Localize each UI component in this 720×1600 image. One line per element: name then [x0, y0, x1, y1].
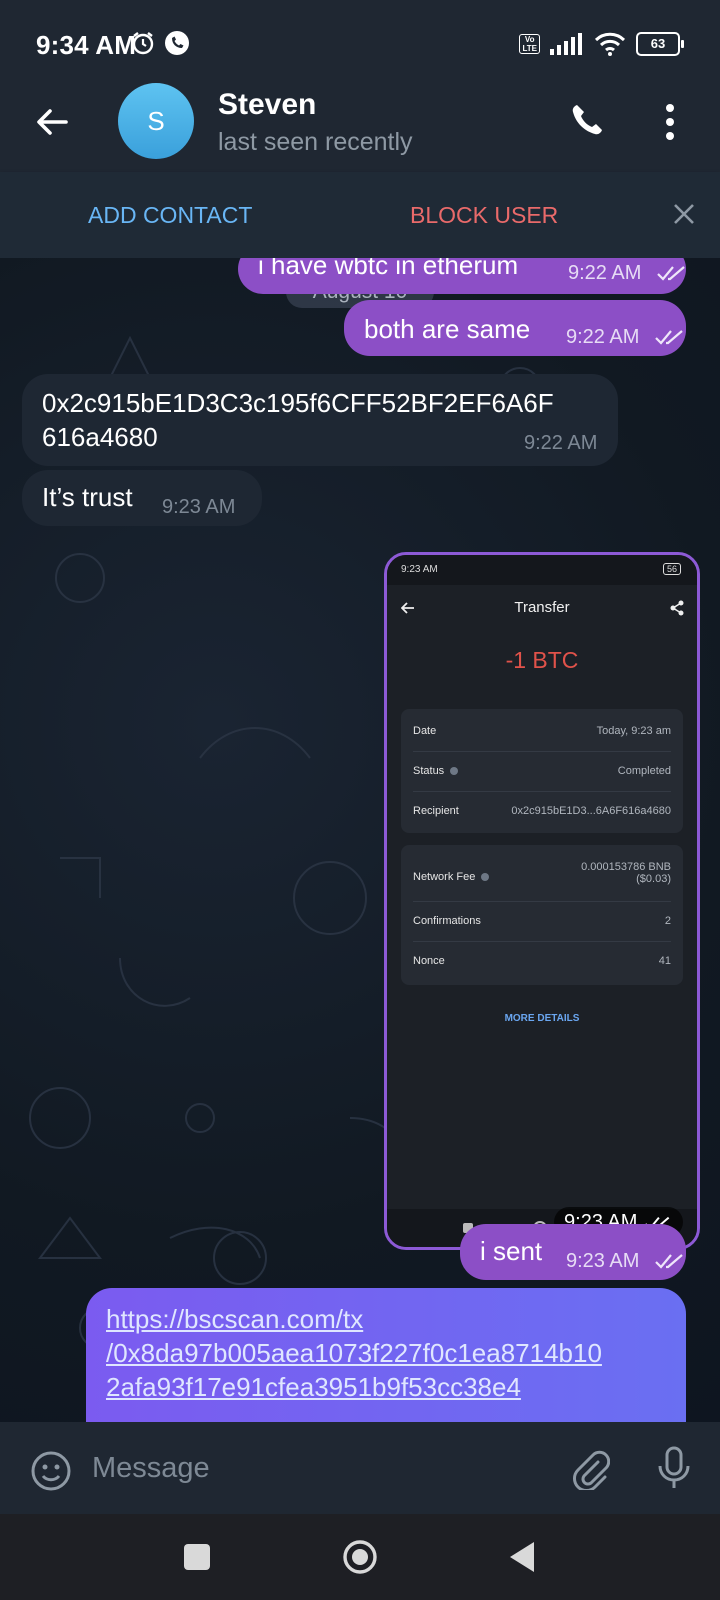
message-time: 9:22 AM [524, 432, 598, 454]
back-button[interactable] [508, 1540, 536, 1574]
fee-label: Nonce [413, 955, 445, 967]
fee-label: Network Fee [413, 871, 476, 883]
fee-value: 41 [658, 955, 671, 967]
screenshot-title: Transfer [514, 599, 570, 616]
more-options-icon[interactable] [664, 102, 676, 142]
recents-button[interactable] [184, 1544, 210, 1570]
chat-header: S Steven last seen recently [0, 80, 720, 172]
message-text-line1: 0x2c915bE1D3C3c195f6CFF52BF2EF6A6F [42, 388, 554, 418]
microphone-icon[interactable] [656, 1446, 692, 1490]
link-line3[interactable]: 2afa93f17e91cfea3951b9f53cc38e4 [106, 1372, 521, 1403]
link-line2[interactable]: /0x8da97b005aea1073f227f0c1ea8714b10 [106, 1338, 602, 1369]
read-checkmarks-icon [655, 1254, 683, 1269]
incoming-message[interactable]: 0x2c915bE1D3C3c195f6CFF52BF2EF6A6F 616a4… [22, 374, 618, 466]
message-time: 9:22 AM [568, 262, 642, 284]
system-nav-bar [0, 1514, 720, 1600]
contact-action-bar: ADD CONTACT BLOCK USER [0, 172, 720, 258]
info-icon [481, 873, 490, 882]
message-text: It’s trust [42, 482, 133, 512]
screenshot-battery: 56 [662, 563, 681, 575]
attach-icon[interactable] [568, 1448, 610, 1490]
message-text: i sent [480, 1236, 543, 1266]
call-active-icon [165, 31, 189, 55]
fee-value-line2: ($0.03) [636, 873, 671, 885]
detail-label: Date [413, 725, 437, 737]
wifi-icon [594, 32, 626, 56]
alarm-icon [132, 32, 154, 55]
incoming-message[interactable]: It’s trust 9:23 AM [22, 470, 262, 526]
message-input[interactable]: Message [92, 1452, 210, 1485]
fee-value-line1: 0.000153786 BNB [581, 861, 671, 873]
close-icon[interactable] [672, 202, 696, 226]
screenshot-status-bar: 9:23 AM 56 [387, 555, 697, 585]
outgoing-message[interactable]: i sent 9:23 AM [460, 1224, 686, 1280]
image-message[interactable]: 9:23 AM 56 Transfer -1 BTC Date Today, 9… [384, 552, 700, 1250]
message-text-line2: 616a4680 [42, 422, 158, 452]
screenshot-amount: -1 BTC [505, 647, 579, 673]
outgoing-link-message[interactable]: https://bscscan.com/tx /0x8da97b005aea10… [86, 1288, 686, 1422]
fee-value: 2 [664, 915, 671, 927]
screenshot-header: Transfer [387, 585, 697, 629]
info-icon [450, 767, 459, 776]
message-time: 9:22 AM [566, 326, 640, 348]
volte-icon: Vo LTE [519, 34, 540, 54]
message-text: both are same [364, 314, 531, 344]
message-time: 9:23 AM [566, 1250, 640, 1272]
add-contact-button[interactable]: ADD CONTACT [88, 202, 252, 229]
read-checkmarks-icon [655, 330, 683, 345]
message-composer: Message [0, 1422, 720, 1514]
link-line1[interactable]: https://bscscan.com/tx [106, 1304, 363, 1335]
screenshot-share-icon [670, 600, 684, 616]
battery-indicator: 63 [636, 32, 684, 56]
message-text: i have wbtc in etherum [258, 258, 519, 280]
outgoing-message[interactable]: i have wbtc in etherum 9:22 AM [238, 258, 686, 294]
detail-value: 0x2c915bE1D3...6A6F616a4680 [511, 805, 671, 817]
fee-label: Confirmations [413, 915, 481, 927]
more-details-link: MORE DETAILS [504, 1013, 580, 1024]
phone-icon[interactable] [568, 100, 608, 140]
status-bar: 9:34 AM Vo LTE 63 [0, 0, 720, 80]
screenshot-fees-card: Network Fee 0.000153786 BNB ($0.03) Confi… [401, 845, 683, 985]
back-arrow-icon[interactable] [32, 102, 72, 142]
signal-icon [550, 33, 582, 55]
detail-label: Status [413, 765, 445, 777]
detail-label: Recipient [413, 805, 459, 817]
block-user-button[interactable]: BLOCK USER [410, 202, 558, 229]
emoji-icon[interactable] [30, 1450, 72, 1492]
outgoing-message[interactable]: both are same 9:22 AM [344, 300, 686, 356]
status-time: 9:34 AM [36, 30, 137, 60]
screenshot-status-time: 9:23 AM [401, 564, 438, 575]
chat-area[interactable]: August 10 i have wbtc in etherum 9:22 AM… [0, 258, 720, 1422]
avatar[interactable]: S [118, 83, 194, 159]
screenshot-details-card: Date Today, 9:23 am Status Completed Rec… [401, 709, 683, 833]
last-seen-status: last seen recently [218, 128, 413, 156]
contact-name[interactable]: Steven [218, 88, 316, 122]
message-time: 9:23 AM [162, 496, 236, 518]
home-button[interactable] [342, 1539, 378, 1575]
detail-value: Today, 9:23 am [596, 725, 671, 737]
read-checkmarks-icon [657, 266, 685, 281]
detail-value: Completed [617, 765, 671, 777]
